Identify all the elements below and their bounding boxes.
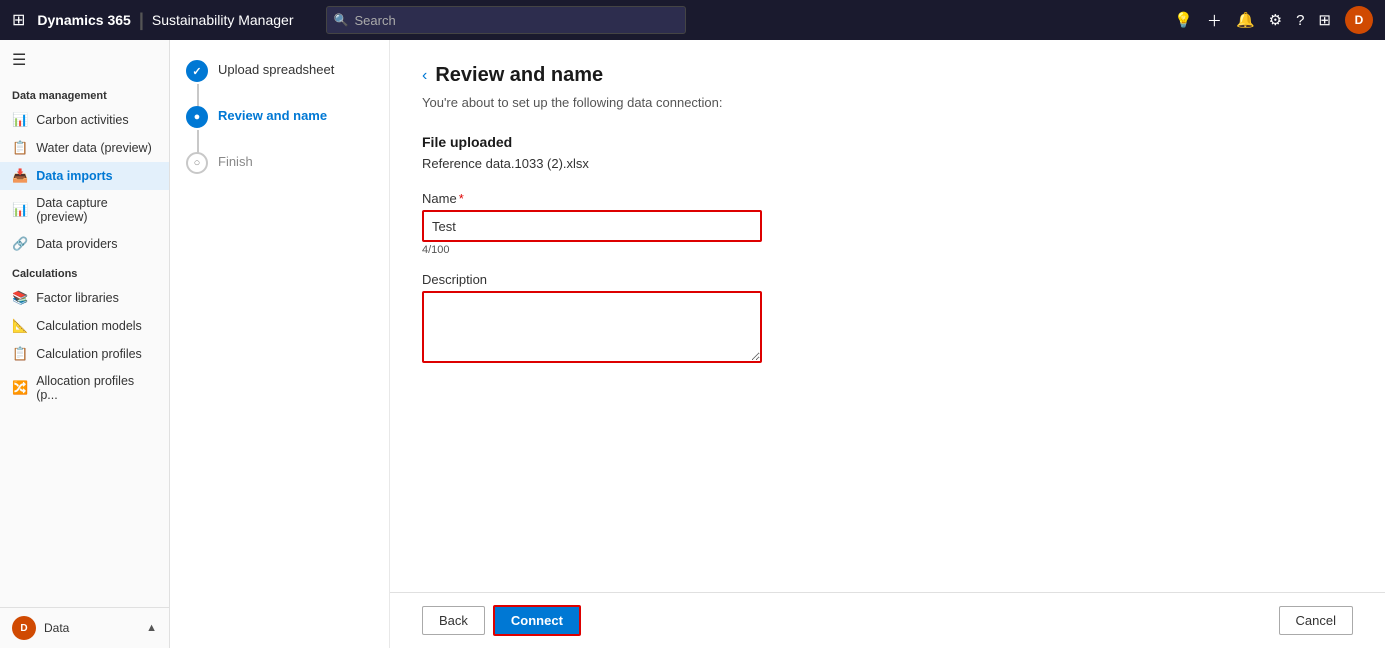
sidebar-footer[interactable]: D Data ▲	[0, 607, 169, 648]
main-layout: ☰ Data management 📊 Carbon activities 📋 …	[0, 40, 1385, 648]
file-name: Reference data.1033 (2).xlsx	[422, 156, 1353, 171]
search-container: 🔍	[326, 6, 686, 34]
form-title: Review and name	[435, 64, 603, 87]
bell-icon[interactable]: 🔔	[1236, 11, 1255, 29]
factor-libraries-icon: 📚	[12, 290, 28, 306]
sidebar-item-factor-libraries[interactable]: 📚 Factor libraries	[0, 284, 169, 312]
sidebar-item-water-data[interactable]: 📋 Water data (preview)	[0, 134, 169, 162]
sidebar-item-carbon-activities[interactable]: 📊 Carbon activities	[0, 106, 169, 134]
step-upload: ✓ Upload spreadsheet	[186, 60, 373, 82]
sidebar-item-data-providers[interactable]: 🔗 Data providers	[0, 230, 169, 258]
carbon-activities-icon: 📊	[12, 112, 28, 128]
step-finish: ○ Finish	[186, 152, 373, 174]
sidebar-item-label: Calculation profiles	[36, 347, 142, 361]
sidebar-item-label: Calculation models	[36, 319, 142, 333]
form-body: File uploaded Reference data.1033 (2).xl…	[422, 134, 1353, 568]
sidebar-footer-avatar: D	[12, 616, 36, 640]
brand-separator: |	[139, 10, 144, 31]
search-icon: 🔍	[334, 13, 349, 27]
step-review-label: Review and name	[218, 106, 327, 123]
allocation-profiles-icon: 🔀	[12, 380, 28, 396]
cancel-button[interactable]: Cancel	[1279, 606, 1353, 635]
sidebar-footer-chevron-icon: ▲	[146, 622, 157, 634]
sidebar-item-data-capture[interactable]: 📊 Data capture (preview)	[0, 190, 169, 230]
data-providers-icon: 🔗	[12, 236, 28, 252]
search-input[interactable]	[326, 6, 686, 34]
name-input[interactable]	[422, 210, 762, 242]
sidebar-item-calculation-profiles[interactable]: 📋 Calculation profiles	[0, 340, 169, 368]
sidebar: ☰ Data management 📊 Carbon activities 📋 …	[0, 40, 170, 648]
sidebar-item-calculation-models[interactable]: 📐 Calculation models	[0, 312, 169, 340]
sidebar-item-label: Allocation profiles (p...	[36, 374, 157, 402]
step-list: ✓ Upload spreadsheet ● Review and name ○…	[186, 60, 373, 174]
help-icon[interactable]: ?	[1296, 12, 1304, 29]
description-textarea[interactable]	[422, 291, 762, 363]
plus-icon[interactable]: ＋	[1207, 10, 1222, 31]
brand-logo: Dynamics 365 | Sustainability Manager	[37, 10, 293, 31]
water-data-icon: 📋	[12, 140, 28, 156]
sidebar-item-label: Water data (preview)	[36, 141, 152, 155]
avatar[interactable]: D	[1345, 6, 1373, 34]
gear-icon[interactable]: ⚙	[1269, 11, 1282, 29]
sidebar-item-label: Data imports	[36, 169, 112, 183]
topnav-actions: 💡 ＋ 🔔 ⚙ ? ⊞ D	[1174, 6, 1373, 34]
sidebar-section-calculations: Calculations	[0, 258, 169, 284]
data-capture-icon: 📊	[12, 202, 28, 218]
data-imports-icon: 📥	[12, 168, 28, 184]
name-field-label: Name*	[422, 191, 1353, 206]
sidebar-item-label: Data capture (preview)	[36, 196, 157, 224]
connect-button[interactable]: Connect	[493, 605, 581, 636]
wizard-steps-panel: ✓ Upload spreadsheet ● Review and name ○…	[170, 40, 390, 648]
waffle-icon[interactable]: ⊞	[12, 10, 25, 30]
description-field-label: Description	[422, 272, 1353, 287]
file-section-label: File uploaded	[422, 134, 1353, 150]
app-name: Sustainability Manager	[152, 12, 294, 28]
back-arrow-icon[interactable]: ‹	[422, 67, 427, 85]
action-bar: Back Connect Cancel	[390, 592, 1385, 648]
lightbulb-icon[interactable]: 💡	[1174, 11, 1193, 29]
sidebar-footer-label: Data	[44, 621, 69, 635]
step-upload-circle: ✓	[186, 60, 208, 82]
sidebar-section-data-management: Data management	[0, 80, 169, 106]
sidebar-item-data-imports[interactable]: 📥 Data imports	[0, 162, 169, 190]
calculation-models-icon: 📐	[12, 318, 28, 334]
step-finish-circle: ○	[186, 152, 208, 174]
grid-layout-icon[interactable]: ⊞	[1318, 11, 1331, 29]
step-upload-label: Upload spreadsheet	[218, 60, 334, 77]
sidebar-item-allocation-profiles[interactable]: 🔀 Allocation profiles (p...	[0, 368, 169, 408]
sidebar-hamburger-icon[interactable]: ☰	[0, 40, 169, 80]
sidebar-item-label: Carbon activities	[36, 113, 128, 127]
top-navigation: ⊞ Dynamics 365 | Sustainability Manager …	[0, 0, 1385, 40]
name-counter: 4/100	[422, 244, 1353, 256]
form-panel: ‹ Review and name You're about to set up…	[390, 40, 1385, 592]
step-finish-label: Finish	[218, 152, 253, 169]
sidebar-item-label: Data providers	[36, 237, 117, 251]
step-review-circle: ●	[186, 106, 208, 128]
brand-name: Dynamics 365	[37, 12, 130, 28]
sidebar-item-label: Factor libraries	[36, 291, 119, 305]
content-area: ✓ Upload spreadsheet ● Review and name ○…	[170, 40, 1385, 648]
form-subtitle: You're about to set up the following dat…	[422, 95, 1353, 110]
form-header: ‹ Review and name	[422, 64, 1353, 87]
step-review: ● Review and name	[186, 106, 373, 128]
back-button[interactable]: Back	[422, 606, 485, 635]
calculation-profiles-icon: 📋	[12, 346, 28, 362]
